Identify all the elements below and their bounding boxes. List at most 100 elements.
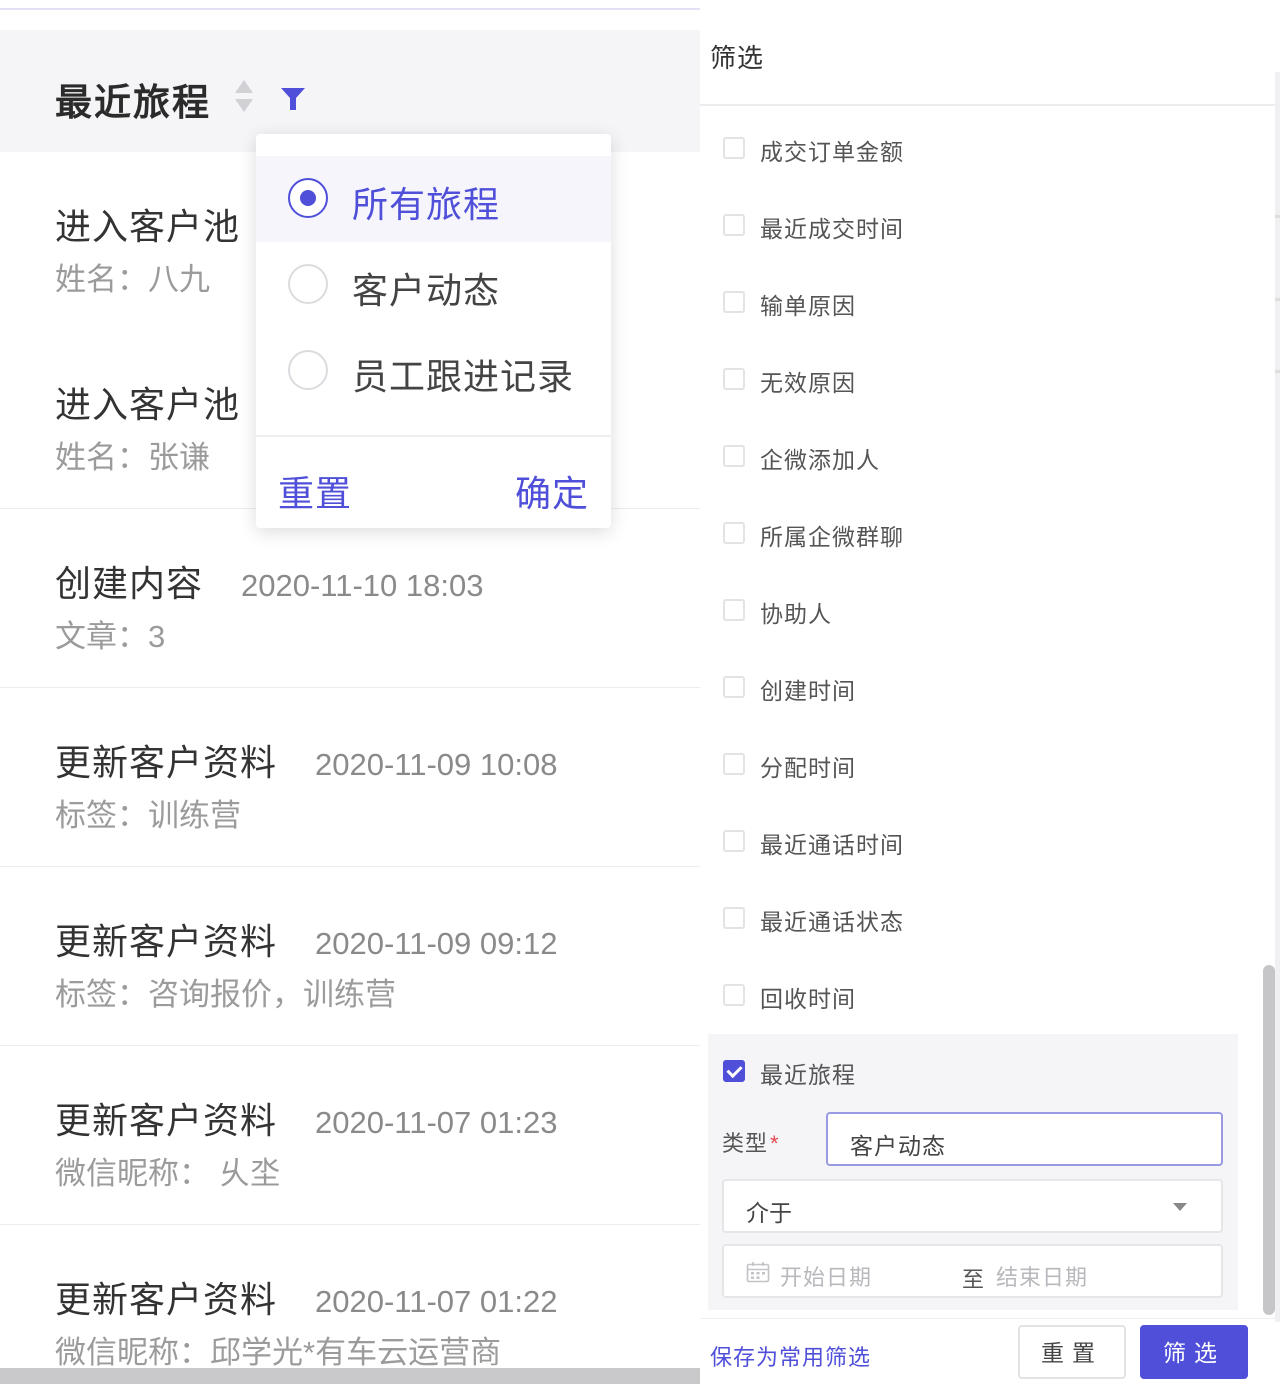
journey-item-title: 更新客户资料 2020-11-09 09:12 (55, 913, 557, 965)
checkbox[interactable] (723, 907, 745, 929)
operator-select-value: 介于 (746, 1200, 792, 1226)
option-customer-activity[interactable]: 客户动态 (256, 242, 611, 328)
journey-header-title: 最近旅程 (55, 82, 211, 123)
journey-item-type: 更新客户资料 (55, 1100, 278, 1141)
required-mark: * (770, 1131, 780, 1156)
journey-item: 更新客户资料 2020-11-09 10:08 标签：训练营 (0, 688, 700, 868)
journey-item-detail: 姓名：张谦 (55, 440, 210, 475)
journey-item: 更新客户资料 2020-11-07 01:23 微信昵称： 乆坔 (0, 1046, 700, 1226)
field-label: 分配时间 (760, 755, 856, 781)
journey-item-title: 更新客户资料 2020-11-07 01:22 (55, 1271, 557, 1323)
journey-filter-popup: 所有旅程 客户动态 员工跟进记录 重置 确定 (256, 134, 611, 528)
popup-reset-button[interactable]: 重置 (278, 465, 352, 517)
field-label: 所属企微群聊 (760, 524, 904, 550)
field-label: 最近旅程 (760, 1062, 856, 1088)
save-as-common-filter-link[interactable]: 保存为常用筛选 (710, 1340, 871, 1372)
end-date-input[interactable]: 结束日期 (996, 1260, 1088, 1292)
journey-item-type: 进入客户池 (55, 206, 241, 247)
filter-drawer: 筛选 成交订单金额 最近成交时间 输单原因无效原因企微添加人所属企微群聊 协助人创建时… (700, 0, 1280, 1399)
journey-item-detail: 文章：3 (55, 619, 166, 654)
journey-item-title: 进入客户池 (55, 198, 278, 250)
field-label: 输单原因 (760, 293, 856, 319)
drawer-header-divider (700, 104, 1278, 106)
chevron-down-icon (1173, 1203, 1187, 1211)
range-separator: 至 (962, 1267, 985, 1292)
filter-field-row[interactable]: 最近通话时间 (700, 820, 1240, 864)
journey-item-detail: 标签：咨询报价，训练营 (55, 977, 396, 1012)
journey-item-title: 更新客户资料 2020-11-09 10:08 (55, 734, 557, 786)
journey-panel: 最近旅程 进入客户池 姓名：八九 进入客户池 姓名：张谦 创建内容 2020-11-10 … (0, 0, 700, 1399)
type-select-value: 客户动态 (850, 1133, 946, 1159)
journey-item-title: 更新客户资料 2020-11-07 01:23 (55, 1092, 557, 1144)
filter-field-row[interactable]: 最近通话状态 (700, 897, 1240, 941)
checkbox[interactable] (723, 137, 745, 159)
type-label: 类型* (722, 1126, 780, 1158)
journey-item-time: 2020-11-07 01:23 (315, 1105, 558, 1140)
field-label: 最近成交时间 (760, 216, 904, 242)
field-label: 最近通话状态 (760, 909, 904, 935)
calendar-icon (746, 1262, 770, 1283)
checkbox[interactable] (723, 368, 745, 390)
option-label: 员工跟进记录 (352, 356, 575, 397)
vertical-scrollbar[interactable] (1263, 965, 1275, 1315)
filter-field-row[interactable]: 创建时间 (700, 666, 1240, 710)
field-label: 协助人 (760, 601, 832, 627)
filter-field-row[interactable]: 成交订单金额 (700, 127, 1240, 171)
type-select[interactable]: 客户动态 (826, 1112, 1223, 1166)
filter-field-row[interactable]: 协助人 (700, 589, 1240, 633)
checkbox[interactable] (723, 753, 745, 775)
radio-button[interactable] (288, 350, 328, 390)
filter-icon[interactable] (280, 86, 306, 112)
journey-item-title: 创建内容 2020-11-10 18:03 (55, 555, 483, 607)
journey-item-type: 创建内容 (55, 563, 204, 604)
checkbox[interactable] (723, 291, 745, 313)
checkbox[interactable] (723, 522, 745, 544)
sort-icon[interactable] (234, 78, 254, 114)
checkbox[interactable] (723, 830, 745, 852)
radio-button[interactable] (288, 178, 328, 218)
checkbox[interactable] (723, 214, 745, 236)
drawer-edge (1275, 72, 1280, 1322)
filter-field-row[interactable]: 所属企微群聊 (700, 512, 1240, 556)
filter-field-row[interactable]: 分配时间 (700, 743, 1240, 787)
journey-item: 创建内容 2020-11-10 18:03 文章：3 (0, 509, 700, 689)
popup-confirm-button[interactable]: 确定 (515, 465, 589, 517)
type-label-text: 类型 (722, 1131, 769, 1156)
field-label: 无效原因 (760, 370, 856, 396)
checkbox[interactable] (723, 676, 745, 698)
journey-item-type: 更新客户资料 (55, 921, 278, 962)
filter-field-row[interactable]: 企微添加人 (700, 435, 1240, 479)
filter-field-row[interactable]: 最近成交时间 (700, 204, 1240, 248)
journey-item-time: 2020-11-10 18:03 (241, 568, 484, 603)
operator-select[interactable]: 介于 (722, 1179, 1223, 1233)
checkbox-checked[interactable] (723, 1060, 745, 1082)
filter-field-row[interactable]: 输单原因 (700, 281, 1240, 325)
field-label: 成交订单金额 (760, 139, 904, 165)
filter-field-row[interactable]: 无效原因 (700, 358, 1240, 402)
checkbox[interactable] (723, 599, 745, 621)
field-label: 回收时间 (760, 986, 856, 1012)
date-range-picker[interactable]: 开始日期 至 结束日期 (722, 1244, 1223, 1298)
filter-field-row[interactable]: 回收时间 (700, 974, 1240, 1018)
journey-item-detail: 标签：训练营 (55, 798, 241, 833)
journey-item-type: 更新客户资料 (55, 742, 278, 783)
checkbox[interactable] (723, 445, 745, 467)
start-date-input[interactable]: 开始日期 (780, 1260, 872, 1292)
option-all-journeys[interactable]: 所有旅程 (256, 156, 611, 242)
reset-button[interactable]: 重置 (1018, 1325, 1126, 1379)
option-staff-followup[interactable]: 员工跟进记录 (256, 328, 611, 414)
top-divider (0, 0, 700, 10)
journey-item-detail: 微信昵称：邱学光*有车云运营商 (55, 1335, 502, 1370)
field-row-recent-journey[interactable]: 最近旅程 (700, 1050, 1240, 1094)
journey-item: 更新客户资料 2020-11-09 09:12 标签：咨询报价，训练营 (0, 867, 700, 1047)
field-label: 最近通话时间 (760, 832, 904, 858)
radio-button[interactable] (288, 264, 328, 304)
checkbox[interactable] (723, 984, 745, 1006)
option-label: 客户动态 (352, 270, 501, 311)
filter-submit-button[interactable]: 筛选 (1140, 1325, 1248, 1379)
horizontal-scrollbar[interactable] (0, 1368, 700, 1384)
journey-item-type: 更新客户资料 (55, 1279, 278, 1320)
journey-item-time: 2020-11-07 01:22 (315, 1284, 558, 1319)
journey-item-time: 2020-11-09 10:08 (315, 747, 558, 782)
field-label: 企微添加人 (760, 447, 880, 473)
